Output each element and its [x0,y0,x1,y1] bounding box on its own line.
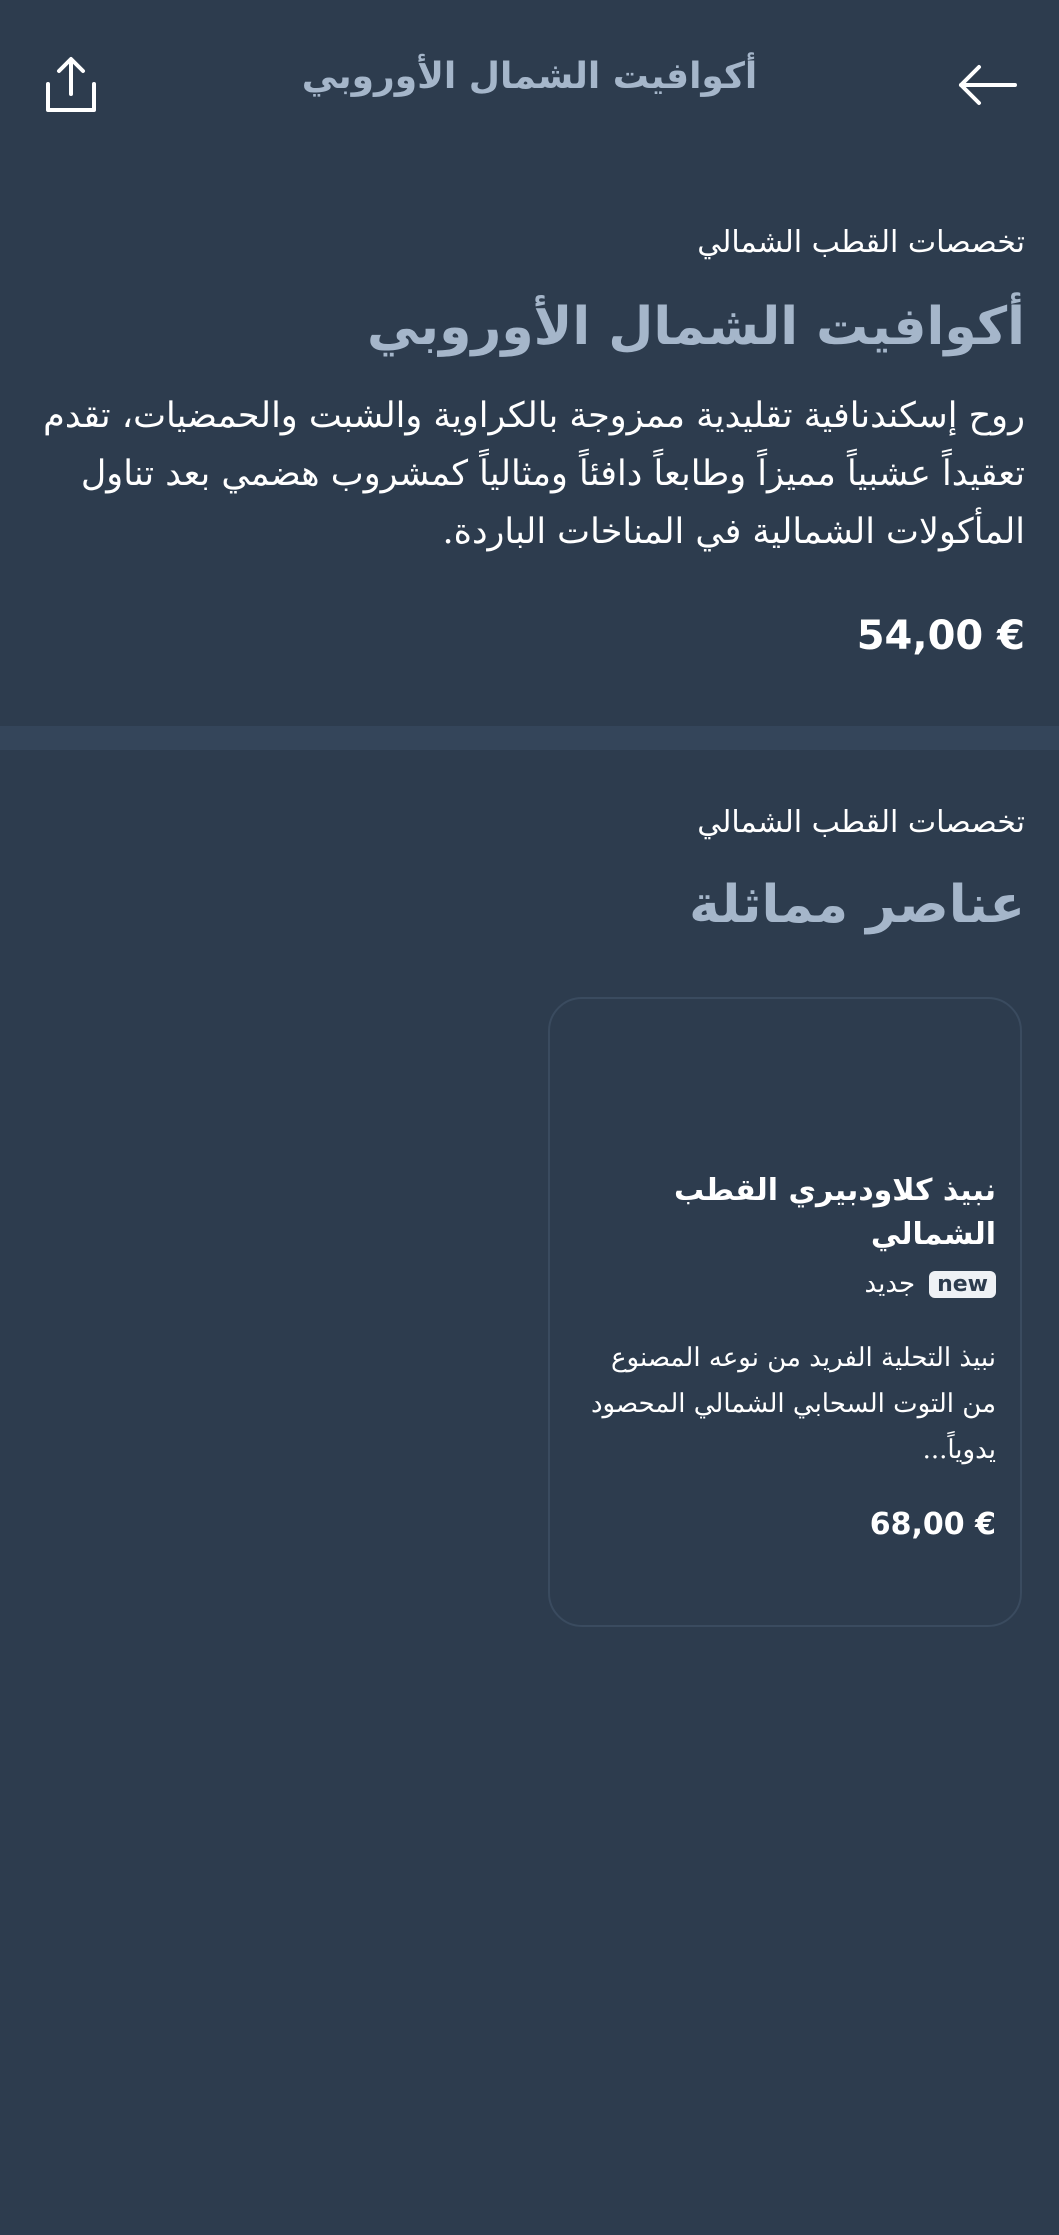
share-button[interactable] [38,52,104,118]
similar-category: تخصصات القطب الشمالي [697,805,1025,840]
section-divider [0,726,1059,750]
new-badge: new [929,1270,996,1298]
new-badge-label: جديد [864,1269,916,1299]
product-description: روح إسكندنافية تقليدية ممزوجة بالكراوية … [43,396,1025,552]
product-price: 54,00 € [856,613,1025,659]
similar-item-description: نبيذ التحلية الفريد من نوعه المصنوع من ا… [590,1343,996,1465]
similar-item-badges: new جديد [574,1269,996,1299]
similar-items-section: تخصصات القطب الشمالي عناصر مماثلة [0,795,1059,945]
top-bar: أكوافيت الشمال الأوروبي [0,0,1059,170]
product-category: تخصصات القطب الشمالي [697,225,1025,260]
header-title: أكوافيت الشمال الأوروبي [301,56,758,97]
similar-items-title: عناصر مماثلة [689,875,1025,935]
similar-item-name: نبيذ كلاودبيري القطب الشمالي [673,1173,996,1252]
back-button[interactable] [955,52,1021,118]
similar-item-card[interactable]: نبيذ كلاودبيري القطب الشمالي new جديد نب… [548,997,1022,1627]
product-title: أكوافيت الشمال الأوروبي [366,297,1025,357]
share-icon [46,57,96,112]
product-details: تخصصات القطب الشمالي أكوافيت الشمال الأو… [0,215,1059,659]
arrow-back-icon [959,65,1017,105]
similar-item-price: 68,00 € [869,1507,996,1542]
